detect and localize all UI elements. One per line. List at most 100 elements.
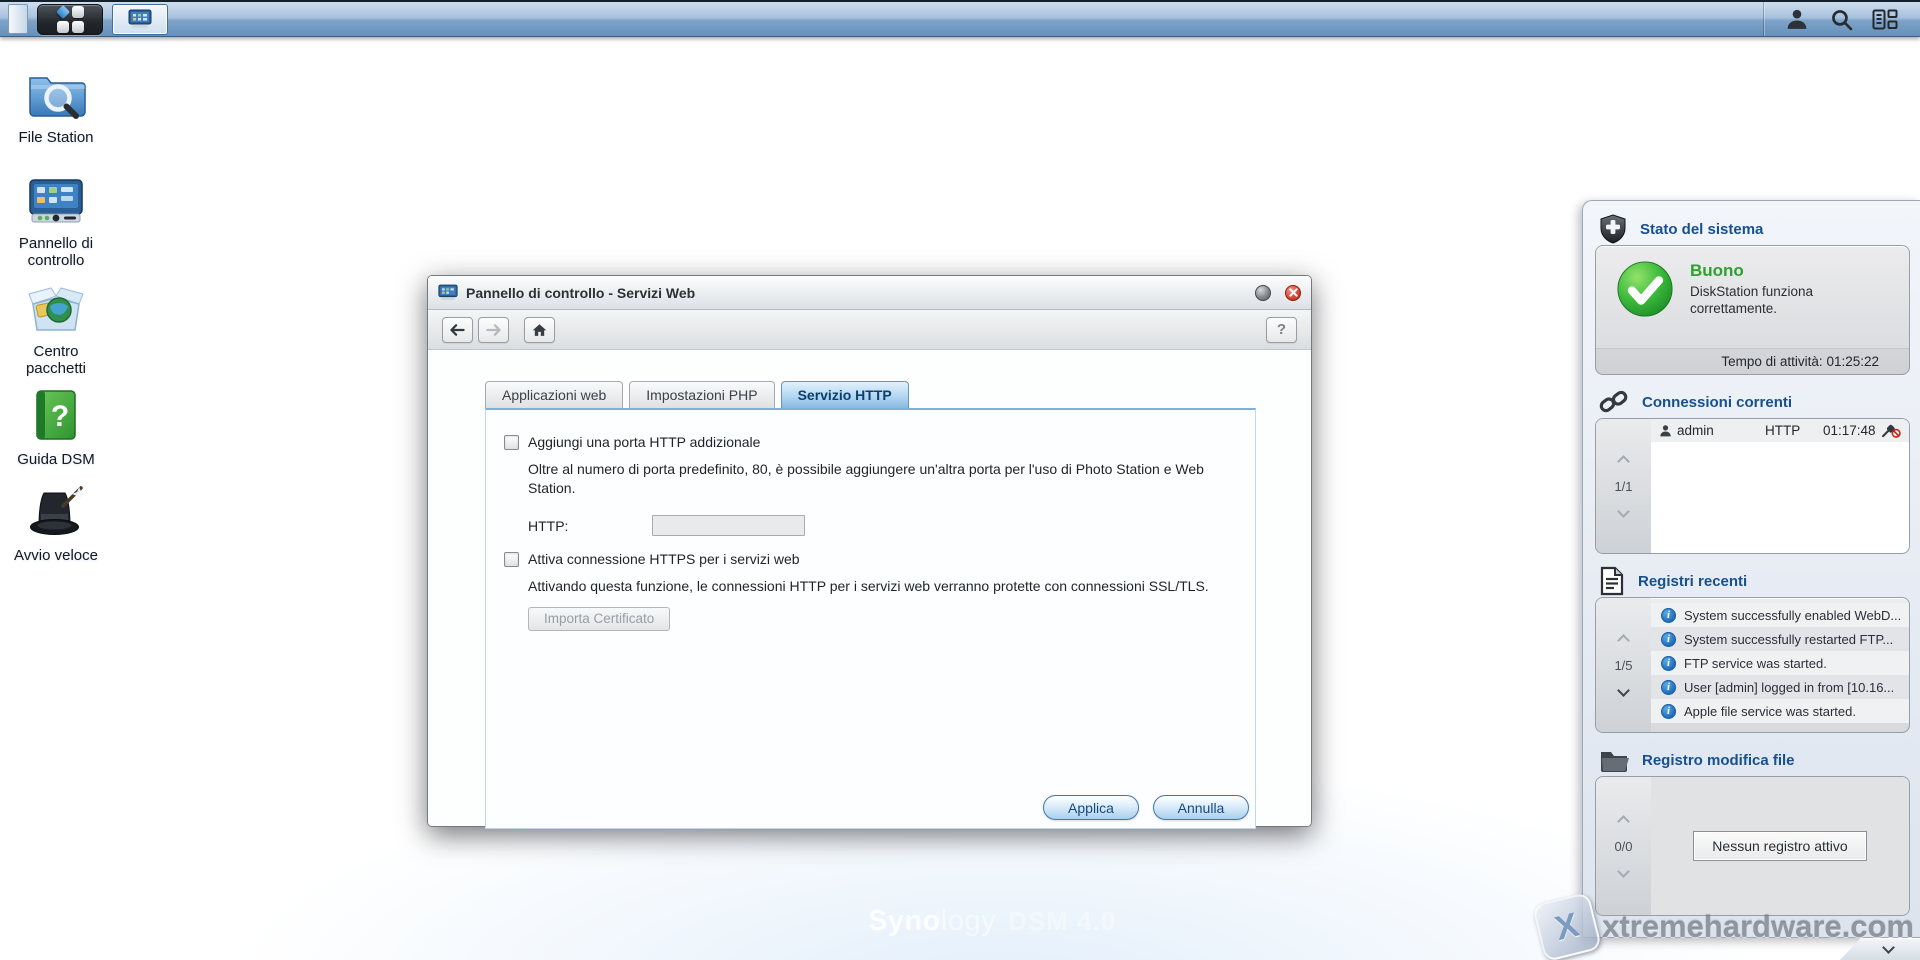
home-button[interactable] (524, 317, 555, 343)
control-panel-icon (26, 176, 86, 226)
control-panel-icon (128, 9, 152, 29)
folder-icon (1599, 748, 1629, 773)
system-health-widget: Stato del sistema Buono DiskStation funz… (1582, 200, 1920, 938)
close-x-icon (1289, 288, 1298, 297)
log-row[interactable]: iUser [admin] logged in from [10.16... (1651, 675, 1909, 699)
section-title-file-change-log: Registro modifica file (1642, 752, 1795, 769)
desktop-icon-label: Centro pacchetti (4, 343, 108, 377)
show-desktop-button[interactable] (8, 4, 28, 34)
info-icon: i (1661, 608, 1676, 623)
taskbar-open-window-control-panel[interactable] (112, 4, 168, 35)
add-http-port-checkbox[interactable] (504, 435, 519, 450)
file-station-icon (25, 68, 87, 120)
desktop-icon-label: Pannello di controllo (4, 235, 108, 269)
pager-count: 0/0 (1614, 839, 1632, 854)
shield-icon (1599, 214, 1627, 244)
pager-count: 1/1 (1614, 479, 1632, 494)
apply-button[interactable]: Applica (1043, 795, 1139, 820)
status-description: DiskStation funziona correttamente. (1690, 283, 1860, 317)
desktop-icon-label: Avvio veloce (4, 547, 108, 564)
desktop-icon-file-station[interactable]: File Station (4, 68, 108, 146)
main-menu-grid-icon (57, 6, 84, 33)
log-row[interactable]: iSystem successfully restarted FTP... (1651, 627, 1909, 651)
svg-text:?: ? (51, 400, 69, 433)
info-icon: i (1661, 680, 1676, 695)
uptime-text: Tempo di attività: 01:25:22 (1596, 348, 1909, 374)
status-value: Buono (1690, 261, 1860, 281)
http-port-description: Oltre al numero di porta predefinito, 80… (528, 460, 1218, 498)
log-row[interactable]: iApple file service was started. (1651, 699, 1909, 723)
section-title-system-status: Stato del sistema (1640, 221, 1763, 238)
green-check-icon (1616, 260, 1674, 318)
user-icon[interactable] (1784, 7, 1810, 31)
tab-impostazioni-php[interactable]: Impostazioni PHP (629, 381, 774, 408)
section-title-connections: Connessioni correnti (1642, 394, 1792, 411)
taskbar (0, 0, 1920, 37)
connections-panel: 1/1 admin HTTP 01:17:48 (1595, 418, 1910, 554)
synology-dsm-branding: Synology DSM 4.0 (868, 905, 1116, 938)
disconnect-icon[interactable] (1881, 423, 1901, 438)
add-http-port-label: Aggiungi una porta HTTP addizionale (528, 434, 760, 450)
connection-row[interactable]: admin HTTP 01:17:48 (1651, 419, 1909, 442)
pager-down-icon[interactable] (1617, 505, 1630, 518)
info-icon: i (1661, 704, 1676, 719)
enable-https-checkbox[interactable] (504, 552, 519, 567)
connection-protocol: HTTP (1765, 423, 1823, 438)
connection-time: 01:17:48 (1823, 423, 1881, 438)
no-active-log-message: Nessun registro attivo (1693, 831, 1866, 861)
pilot-view-icon[interactable] (1872, 7, 1898, 31)
quick-start-icon (25, 484, 87, 538)
search-icon[interactable] (1828, 7, 1854, 31)
close-button[interactable] (1285, 285, 1301, 301)
https-description: Attivando questa funzione, le connession… (528, 577, 1231, 596)
log-row[interactable]: iFTP service was started. (1651, 651, 1909, 675)
logs-pager: 1/5 (1596, 598, 1651, 732)
desktop-icon-package-center[interactable]: Centro pacchetti (4, 282, 108, 377)
taskbar-right-tray (1763, 2, 1912, 36)
control-panel-window: Pannello di controllo - Servizi Web ? Ap… (427, 275, 1312, 827)
import-certificate-button[interactable]: Importa Certificato (528, 607, 670, 631)
http-port-input[interactable] (652, 515, 805, 536)
control-panel-icon (438, 284, 458, 301)
tab-applicazioni-web[interactable]: Applicazioni web (485, 381, 623, 408)
tab-bar: Applicazioni web Impostazioni PHP Serviz… (485, 381, 1311, 408)
minimize-button[interactable] (1255, 285, 1271, 301)
cancel-button[interactable]: Annulla (1153, 795, 1249, 820)
pager-count: 1/5 (1614, 658, 1632, 673)
dsm-version: DSM 4.0 (1008, 906, 1116, 937)
connections-pager: 1/1 (1596, 419, 1651, 553)
desktop-icon-quick-start[interactable]: Avvio veloce (4, 484, 108, 564)
home-icon (532, 323, 547, 337)
filelog-pager: 0/0 (1596, 777, 1651, 915)
tab-servizio-http[interactable]: Servizio HTTP (781, 381, 909, 408)
log-row[interactable]: iSystem successfully enabled WebD... (1651, 603, 1909, 627)
pager-up-icon[interactable] (1617, 815, 1630, 828)
desktop-icon-label: Guida DSM (4, 451, 108, 468)
window-titlebar[interactable]: Pannello di controllo - Servizi Web (428, 276, 1311, 310)
help-button[interactable]: ? (1266, 317, 1297, 343)
pager-down-icon[interactable] (1617, 684, 1630, 697)
connection-user: admin (1677, 423, 1765, 438)
system-status-panel: Buono DiskStation funziona correttamente… (1595, 245, 1910, 375)
window-body: Applicazioni web Impostazioni PHP Serviz… (428, 350, 1311, 826)
file-change-log-panel: 0/0 Nessun registro attivo (1595, 776, 1910, 916)
desktop-icon-control-panel[interactable]: Pannello di controllo (4, 176, 108, 269)
desktop-icon-label: File Station (4, 129, 108, 146)
forward-button[interactable] (478, 317, 509, 343)
section-title-recent-logs: Registri recenti (1638, 573, 1747, 590)
main-menu-button[interactable] (37, 4, 103, 35)
enable-https-label: Attiva connessione HTTPS per i servizi w… (528, 551, 800, 567)
pager-up-icon[interactable] (1617, 634, 1630, 647)
info-icon: i (1661, 656, 1676, 671)
window-toolbar: ? (428, 310, 1311, 350)
servizio-http-panel: Aggiungi una porta HTTP addizionale Oltr… (485, 408, 1256, 829)
window-title: Pannello di controllo - Servizi Web (466, 285, 1241, 301)
pager-down-icon[interactable] (1617, 865, 1630, 878)
back-arrow-icon (450, 324, 465, 336)
widget-collapse-tab[interactable] (1840, 938, 1920, 960)
dsm-help-icon: ? (30, 388, 82, 442)
pager-up-icon[interactable] (1617, 455, 1630, 468)
link-icon (1599, 388, 1629, 416)
back-button[interactable] (442, 317, 473, 343)
desktop-icon-dsm-help[interactable]: ? Guida DSM (4, 388, 108, 468)
